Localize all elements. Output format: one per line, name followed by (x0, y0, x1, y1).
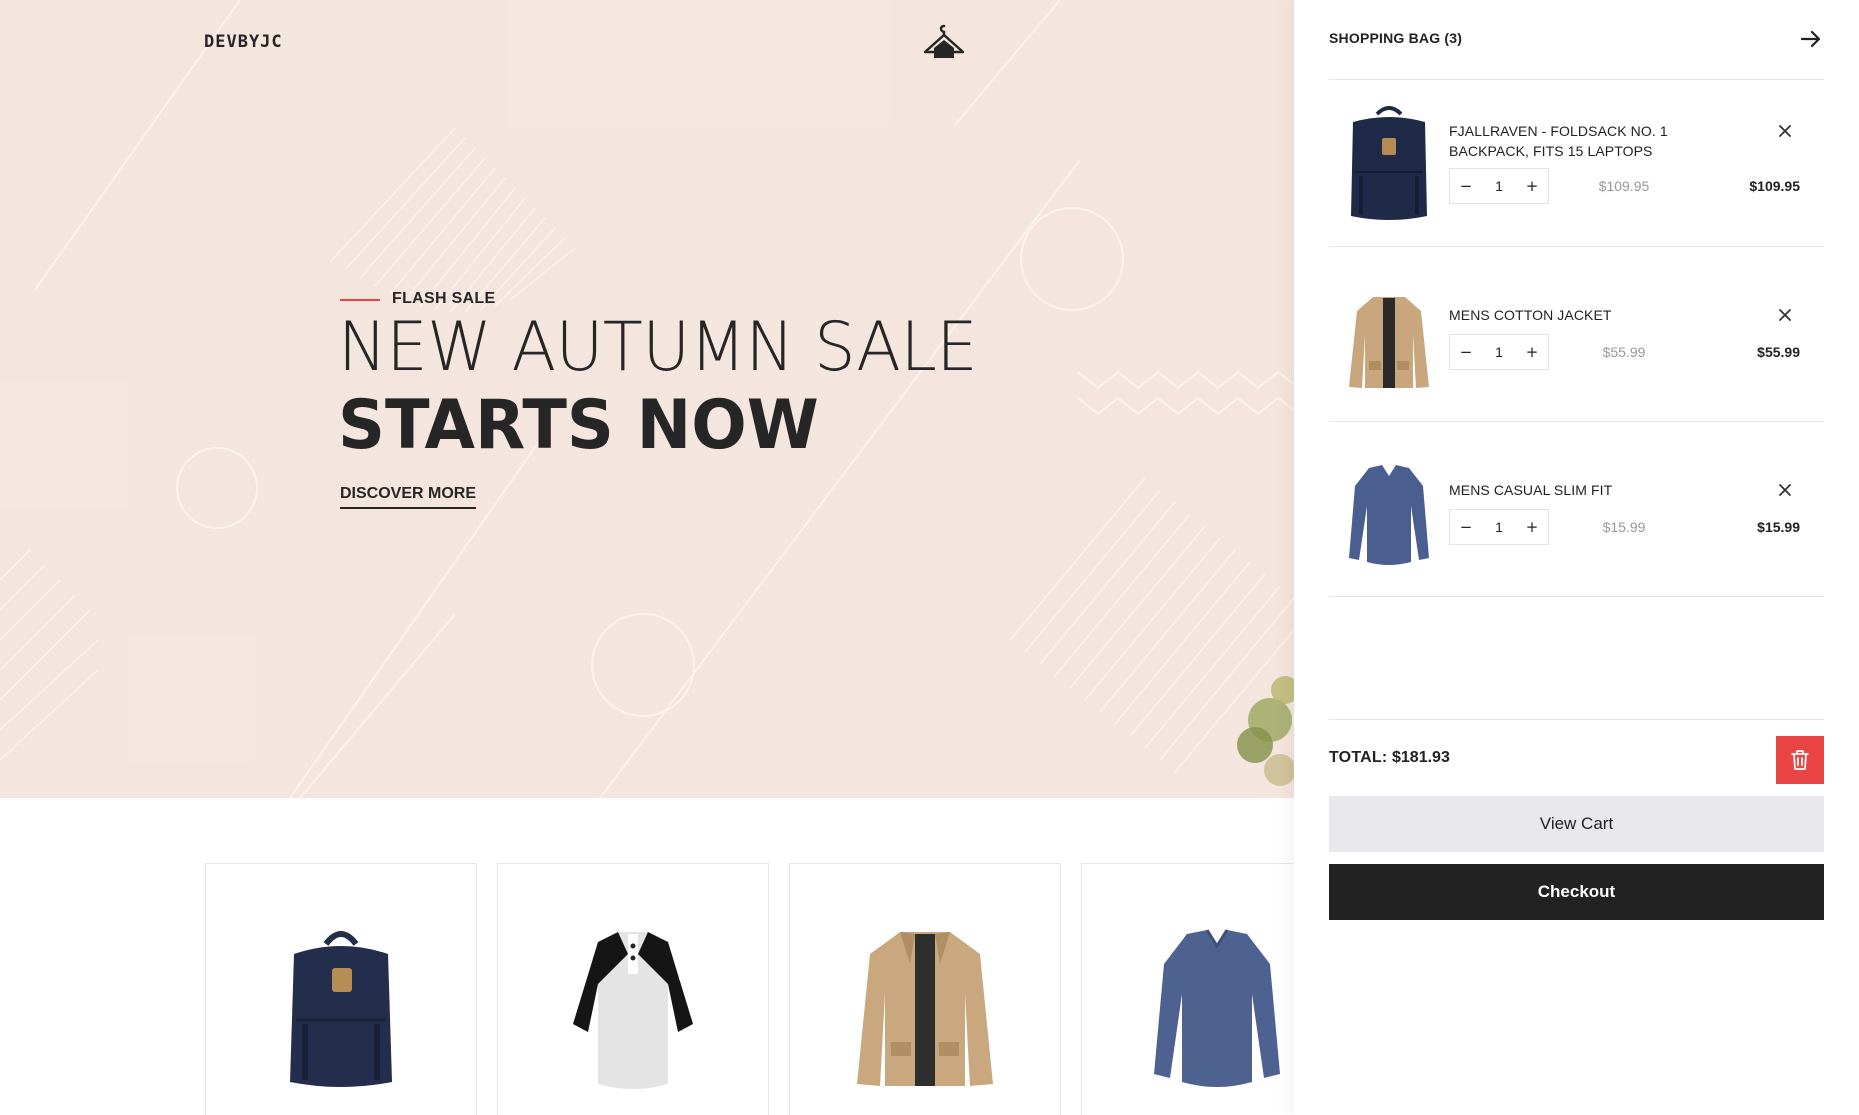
quantity-stepper: − 1 + (1449, 334, 1549, 370)
jacket-icon (1349, 297, 1429, 388)
longsleeve-shirt-icon (1349, 465, 1429, 565)
cart-item: MENS COTTON JACKET − 1 + $55.99 $55.99 (1329, 283, 1824, 421)
cart-item-name[interactable]: FJALLRAVEN - FOLDSACK NO. 1 BACKPACK, FI… (1449, 121, 1709, 161)
unit-price: $55.99 (1602, 344, 1646, 360)
divider (1329, 421, 1824, 422)
shopping-bag-drawer: SHOPPING BAG (3) FJALLRAVEN - FOLDSACK N… (1294, 0, 1859, 1115)
qty-value[interactable]: 1 (1482, 335, 1516, 369)
close-icon[interactable] (1774, 304, 1796, 326)
unit-price: $109.95 (1598, 178, 1650, 194)
decrease-qty-button[interactable]: − (1450, 510, 1482, 544)
increase-qty-button[interactable]: + (1516, 335, 1548, 369)
decrease-qty-button[interactable]: − (1450, 335, 1482, 369)
clear-cart-button[interactable] (1776, 736, 1824, 784)
qty-value[interactable]: 1 (1482, 510, 1516, 544)
decrease-qty-button[interactable]: − (1450, 169, 1482, 203)
increase-qty-button[interactable]: + (1516, 510, 1548, 544)
checkout-button[interactable]: Checkout (1329, 864, 1824, 920)
drawer-backdrop[interactable] (0, 0, 1294, 1115)
total-label: TOTAL: (1329, 749, 1388, 766)
divider (1329, 719, 1824, 720)
divider (1329, 79, 1824, 80)
line-total: $109.95 (1749, 178, 1800, 194)
cart-item-name[interactable]: MENS CASUAL SLIM FIT (1449, 480, 1709, 500)
backpack-icon (1351, 106, 1427, 220)
line-total: $55.99 (1757, 344, 1800, 360)
view-cart-button[interactable]: View Cart (1329, 796, 1824, 852)
quantity-stepper: − 1 + (1449, 509, 1549, 545)
qty-value[interactable]: 1 (1482, 169, 1516, 203)
close-icon[interactable] (1774, 120, 1796, 142)
quantity-stepper: − 1 + (1449, 168, 1549, 204)
cart-item: MENS CASUAL SLIM FIT − 1 + $15.99 $15.99 (1329, 458, 1824, 596)
line-total: $15.99 (1757, 519, 1800, 535)
total-value: $181.93 (1392, 749, 1450, 766)
increase-qty-button[interactable]: + (1516, 169, 1548, 203)
cart-item: FJALLRAVEN - FOLDSACK NO. 1 BACKPACK, FI… (1329, 100, 1824, 246)
trash-icon (1791, 750, 1809, 770)
cart-item-name[interactable]: MENS COTTON JACKET (1449, 305, 1709, 325)
page: DEVBYJC FLASH SALE NEW AUTUMN SALE START… (0, 0, 1859, 1115)
divider (1329, 246, 1824, 247)
unit-price: $15.99 (1602, 519, 1646, 535)
arrow-right-icon[interactable] (1798, 26, 1824, 52)
close-icon[interactable] (1774, 479, 1796, 501)
shopping-bag-title: SHOPPING BAG (3) (1329, 30, 1463, 46)
divider (1329, 596, 1824, 597)
